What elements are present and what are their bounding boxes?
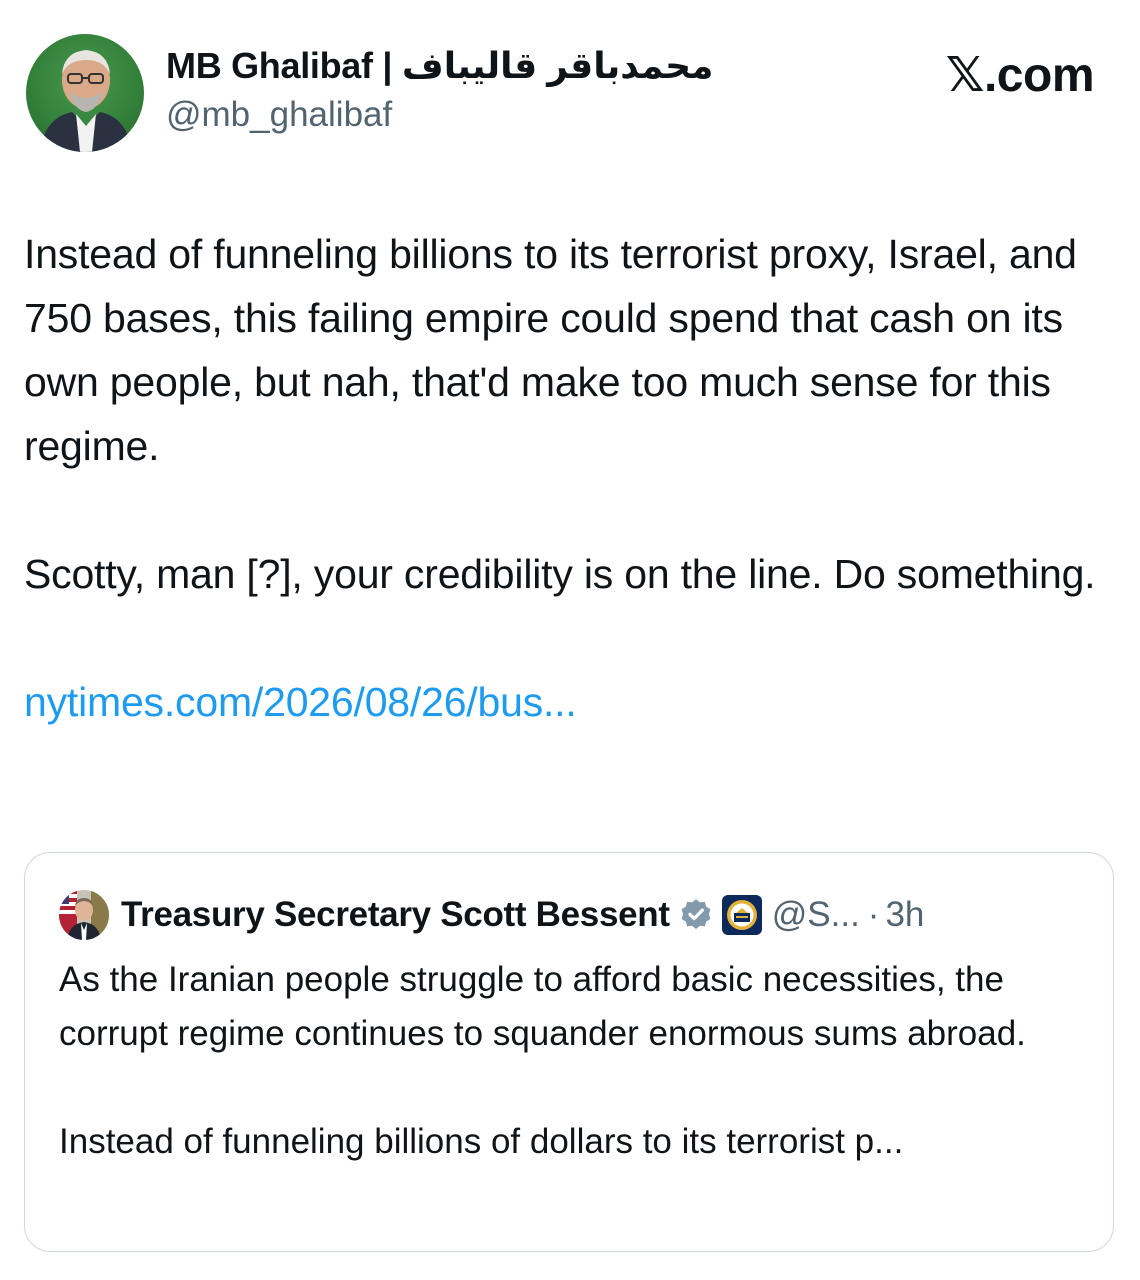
- tweet-paragraph: Scotty, man [?], your credibility is on …: [24, 551, 1096, 597]
- author-handle[interactable]: @mb_ghalibaf: [166, 92, 713, 138]
- tweet-paragraph: Instead of funneling billions to its ter…: [24, 231, 1077, 469]
- profile-photo-icon: [59, 890, 109, 940]
- quoted-tweet-paragraph: As the Iranian people struggle to afford…: [59, 960, 1026, 1053]
- treasury-seal-icon: [721, 895, 762, 935]
- quoted-tweet-body: As the Iranian people struggle to afford…: [59, 953, 1089, 1169]
- quoted-tweet-card[interactable]: Treasury Secretary Scott Bessent @S... ·…: [24, 852, 1114, 1252]
- quoted-author-name[interactable]: Treasury Secretary Scott Bessent: [121, 895, 670, 935]
- quoted-tweet-header: Treasury Secretary Scott Bessent @S... ·…: [59, 889, 924, 941]
- meta-separator: ·: [867, 895, 880, 934]
- article-link[interactable]: nytimes.com/2026/08/26/bus...: [24, 679, 577, 725]
- author-avatar[interactable]: [26, 34, 144, 152]
- profile-photo-icon: [40, 50, 132, 152]
- tweet-body: Instead of funneling billions to its ter…: [24, 222, 1114, 734]
- tweet-header: MB Ghalibaf | محمدباقر قالیباف @mb_ghali…: [26, 34, 1116, 154]
- author-display-name[interactable]: MB Ghalibaf | محمدباقر قالیباف: [166, 44, 714, 88]
- quoted-author-handle[interactable]: @S...: [772, 895, 860, 935]
- verified-badge-icon: [678, 897, 714, 933]
- quoted-author-avatar[interactable]: [59, 890, 109, 940]
- author-identity: MB Ghalibaf | محمدباقر قالیباف @mb_ghali…: [166, 44, 714, 138]
- quoted-tweet-time[interactable]: 3h: [885, 895, 924, 935]
- x-logo: 𝕏.com: [945, 49, 1095, 102]
- quoted-tweet-paragraph: Instead of funneling billions of dollars…: [59, 1122, 904, 1161]
